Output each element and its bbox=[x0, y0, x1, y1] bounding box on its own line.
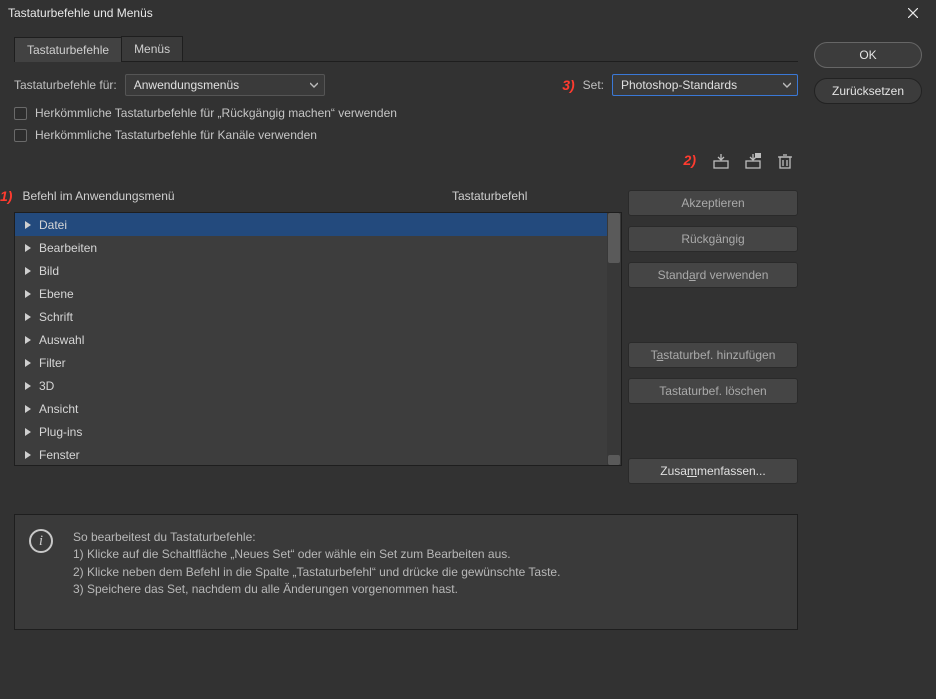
list-item[interactable]: 3D bbox=[15, 374, 607, 397]
list-item-label: Schrift bbox=[39, 310, 73, 324]
list-item[interactable]: Ebene bbox=[15, 282, 607, 305]
column-shortcut-header: Tastaturbefehl bbox=[452, 189, 622, 203]
list-item-label: 3D bbox=[39, 379, 54, 393]
shortcuts-for-value: Anwendungsmenüs bbox=[134, 78, 239, 92]
delete-shortcut-button[interactable]: Tastaturbef. löschen bbox=[628, 378, 798, 404]
checkbox-legacy-channels-label: Herkömmliche Tastaturbefehle für Kanäle … bbox=[35, 128, 317, 142]
chevron-down-icon bbox=[783, 78, 791, 92]
info-panel: i So bearbeitest du Tastaturbefehle: 1) … bbox=[14, 514, 798, 630]
chevron-right-icon bbox=[25, 451, 39, 459]
annotation-1: 1) bbox=[0, 188, 12, 204]
chevron-right-icon bbox=[25, 267, 39, 275]
checkbox-legacy-undo[interactable] bbox=[14, 107, 27, 120]
checkbox-legacy-channels[interactable] bbox=[14, 129, 27, 142]
list-item-label: Ebene bbox=[39, 287, 74, 301]
list-item-label: Bearbeiten bbox=[39, 241, 97, 255]
chevron-right-icon bbox=[25, 405, 39, 413]
info-icon: i bbox=[29, 529, 53, 553]
list-item-label: Ansicht bbox=[39, 402, 78, 416]
window-title: Tastaturbefehle und Menüs bbox=[8, 6, 153, 20]
save-set-icon[interactable] bbox=[712, 152, 730, 170]
list-item-label: Plug-ins bbox=[39, 425, 82, 439]
info-line-1: 1) Klicke auf die Schaltfläche „Neues Se… bbox=[73, 546, 560, 563]
set-select[interactable]: Photoshop-Standards bbox=[612, 74, 798, 96]
checkbox-legacy-undo-label: Herkömmliche Tastaturbefehle für „Rückgä… bbox=[35, 106, 397, 120]
list-item-label: Auswahl bbox=[39, 333, 84, 347]
use-default-button[interactable]: Standard verwenden bbox=[628, 262, 798, 288]
list-item-label: Datei bbox=[39, 218, 67, 232]
list-item-label: Bild bbox=[39, 264, 59, 278]
scrollbar-thumb[interactable] bbox=[608, 213, 620, 263]
chevron-right-icon bbox=[25, 359, 39, 367]
summarize-button[interactable]: Zusammenfassen... bbox=[628, 458, 798, 484]
list-item[interactable]: Bild bbox=[15, 259, 607, 282]
list-item[interactable]: Bearbeiten bbox=[15, 236, 607, 259]
list-item[interactable]: Ansicht bbox=[15, 397, 607, 420]
close-icon[interactable] bbox=[898, 3, 928, 23]
shortcuts-for-select[interactable]: Anwendungsmenüs bbox=[125, 74, 325, 96]
info-line-3: 3) Speichere das Set, nachdem du alle Än… bbox=[73, 581, 560, 598]
shortcuts-for-label: Tastaturbefehle für: bbox=[14, 78, 117, 92]
reset-button[interactable]: Zurücksetzen bbox=[814, 78, 922, 104]
scrollbar[interactable] bbox=[607, 213, 621, 465]
chevron-right-icon bbox=[25, 313, 39, 321]
chevron-right-icon bbox=[25, 290, 39, 298]
info-line-2: 2) Klicke neben dem Befehl in die Spalte… bbox=[73, 564, 560, 581]
column-command-header: Befehl im Anwendungsmenü bbox=[22, 189, 448, 203]
tab-shortcuts[interactable]: Tastaturbefehle bbox=[14, 37, 122, 62]
set-label: Set: bbox=[583, 78, 604, 92]
scrollbar-thumb[interactable] bbox=[608, 455, 620, 465]
set-value: Photoshop-Standards bbox=[621, 78, 737, 92]
info-title: So bearbeitest du Tastaturbefehle: bbox=[73, 529, 560, 546]
list-item[interactable]: Filter bbox=[15, 351, 607, 374]
list-item[interactable]: Plug-ins bbox=[15, 420, 607, 443]
list-item-label: Fenster bbox=[39, 448, 80, 462]
chevron-right-icon bbox=[25, 221, 39, 229]
chevron-right-icon bbox=[25, 244, 39, 252]
new-set-icon[interactable] bbox=[744, 152, 762, 170]
tabstrip: Tastaturbefehle Menüs bbox=[14, 36, 798, 62]
list-item[interactable]: Auswahl bbox=[15, 328, 607, 351]
undo-button[interactable]: Rückgängig bbox=[628, 226, 798, 252]
annotation-3: 3) bbox=[562, 77, 574, 93]
titlebar: Tastaturbefehle und Menüs bbox=[0, 0, 936, 26]
chevron-down-icon bbox=[310, 78, 318, 92]
list-item[interactable]: Datei bbox=[15, 213, 607, 236]
trash-icon[interactable] bbox=[776, 152, 794, 170]
accept-button[interactable]: Akzeptieren bbox=[628, 190, 798, 216]
list-item-label: Filter bbox=[39, 356, 66, 370]
chevron-right-icon bbox=[25, 382, 39, 390]
list-item[interactable]: Fenster bbox=[15, 443, 607, 465]
list-item[interactable]: Schrift bbox=[15, 305, 607, 328]
add-shortcut-button[interactable]: Tastaturbef. hinzufügen bbox=[628, 342, 798, 368]
annotation-2: 2) bbox=[684, 152, 696, 170]
tab-menus[interactable]: Menüs bbox=[121, 36, 183, 61]
command-list: Datei Bearbeiten Bild Ebene Schrift Auswahl Fi… bbox=[14, 212, 622, 466]
chevron-right-icon bbox=[25, 428, 39, 436]
chevron-right-icon bbox=[25, 336, 39, 344]
ok-button[interactable]: OK bbox=[814, 42, 922, 68]
